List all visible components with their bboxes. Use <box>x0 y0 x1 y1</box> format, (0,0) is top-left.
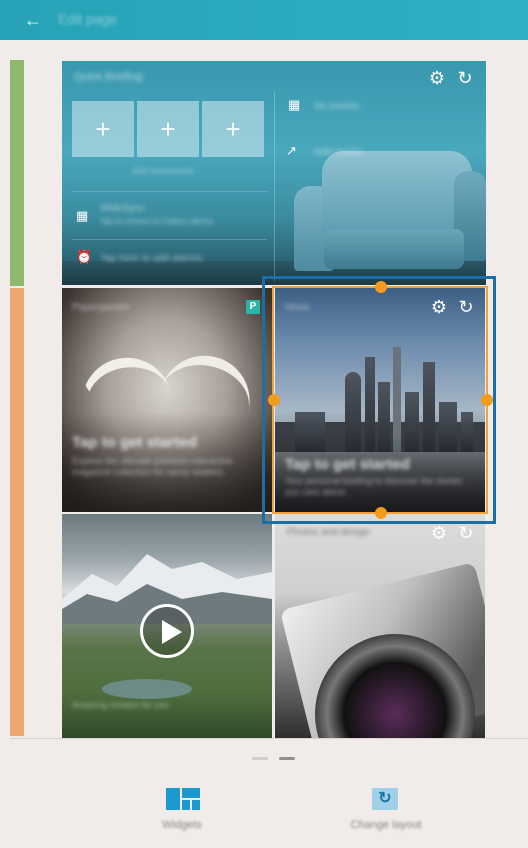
add-bookmark-label: Add bookmarks <box>132 166 195 176</box>
refresh-icon[interactable]: ↻ <box>457 524 475 542</box>
resize-handle-left[interactable] <box>268 394 280 406</box>
play-button[interactable] <box>140 604 194 658</box>
page-dot-active[interactable] <box>279 757 295 760</box>
panel-description: Explore the ultimate premium interactive… <box>72 456 233 477</box>
page-title: Edit page <box>58 11 118 27</box>
widgets-label: Widgets <box>162 819 202 831</box>
widgets-button[interactable]: Widgets <box>122 788 242 834</box>
change-layout-button[interactable]: ↻ Change layout <box>326 788 446 834</box>
papergarden-logo-icon: P <box>246 300 260 314</box>
add-bookmark-button[interactable]: + <box>72 101 134 157</box>
quick-briefing-panel[interactable]: Quick Briefing + + + Add bookmarks ▦ Sli… <box>62 61 486 285</box>
armchair-image <box>294 151 486 281</box>
change-layout-icon: ↻ <box>372 788 398 810</box>
change-layout-label: Change layout <box>350 819 422 831</box>
add-bookmark-button[interactable]: + <box>202 101 264 157</box>
stocks-text: Add stocks <box>314 147 363 158</box>
panel-title: Papergarden <box>72 302 130 313</box>
page-indicator-green <box>10 60 24 286</box>
gear-icon[interactable]: ⚙ <box>428 69 446 87</box>
divider <box>72 239 267 240</box>
panel-title: Quick Briefing <box>74 71 143 83</box>
calendar-text: No events <box>314 101 360 112</box>
play-icon <box>162 620 182 644</box>
lake <box>102 679 192 699</box>
resize-handle-bottom[interactable] <box>375 507 387 519</box>
panel-headline: Tap to get started <box>72 434 197 451</box>
gear-icon[interactable]: ⚙ <box>430 524 448 542</box>
bottom-divider <box>10 738 528 739</box>
resize-frame[interactable] <box>272 286 488 514</box>
column-divider <box>274 91 275 281</box>
back-arrow-icon[interactable]: ← <box>24 10 44 30</box>
calendar-icon: ▦ <box>288 97 301 112</box>
papergarden-panel[interactable]: Papergarden P Tap to get started Explore… <box>62 288 272 512</box>
photo-panel[interactable]: Photos and design ⚙ ↻ <box>275 514 485 738</box>
sync-icon: ▦ <box>76 208 89 223</box>
video-panel[interactable]: Amazing content for you <box>62 514 272 738</box>
alarm-clock-icon: ⏰ <box>76 249 93 264</box>
alarm-text: Tap here to add alarms <box>100 253 203 264</box>
page-indicator-orange <box>10 288 24 736</box>
resize-handle-right[interactable] <box>481 394 493 406</box>
video-caption: Amazing content for you <box>72 700 170 710</box>
slidesync-title: SlideSync <box>100 203 145 214</box>
page-dot[interactable] <box>252 757 268 760</box>
slidesync-subtitle: Tap to connect to Galaxy device <box>100 217 214 226</box>
divider <box>72 191 267 192</box>
panel-title: Photos and design <box>287 527 370 538</box>
stock-chart-icon: ↗ <box>286 143 297 158</box>
add-bookmark-button[interactable]: + <box>137 101 199 157</box>
refresh-icon[interactable]: ↻ <box>456 69 474 87</box>
title-bar: ← Edit page <box>0 0 528 40</box>
widgets-icon <box>166 788 200 810</box>
resize-handle-top[interactable] <box>375 281 387 293</box>
